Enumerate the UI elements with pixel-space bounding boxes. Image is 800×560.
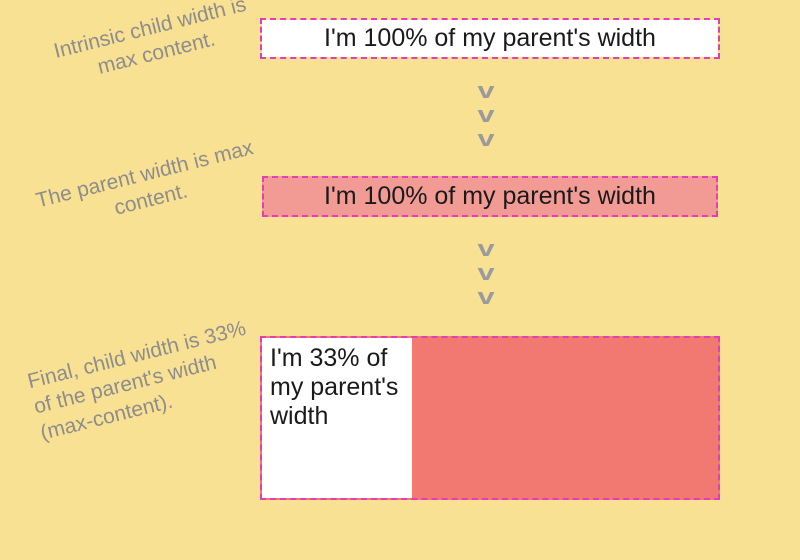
annotation-step3: Final, child width is 33% of the parent'… [25,314,267,446]
chevron-down-icon: v [478,104,495,126]
child-box-3: I'm 33% of my parent's width [262,338,412,498]
child-box-2: I'm 100% of my parent's width [264,178,716,215]
child-box-1: I'm 100% of my parent's width [262,20,718,57]
parent-box-1: I'm 100% of my parent's width [260,18,720,59]
chevron-down-icon: v [478,262,495,284]
chevron-down-icon: v [478,80,495,102]
arrow-down-2: v v v [480,238,492,308]
annotation-step2: The parent width is max content. [30,134,266,241]
chevron-down-icon: v [478,238,495,260]
parent-box-2: I'm 100% of my parent's width [262,176,718,217]
arrow-down-1: v v v [480,80,492,150]
chevron-down-icon: v [478,286,495,308]
chevron-down-icon: v [478,128,495,150]
annotation-step1: Intrinsic child width is max content. [50,0,257,91]
parent-box-3: I'm 33% of my parent's width [260,336,720,500]
stage-1: I'm 100% of my parent's width [260,18,720,59]
stage-3: I'm 33% of my parent's width [260,336,720,500]
stage-2: I'm 100% of my parent's width [262,176,718,217]
